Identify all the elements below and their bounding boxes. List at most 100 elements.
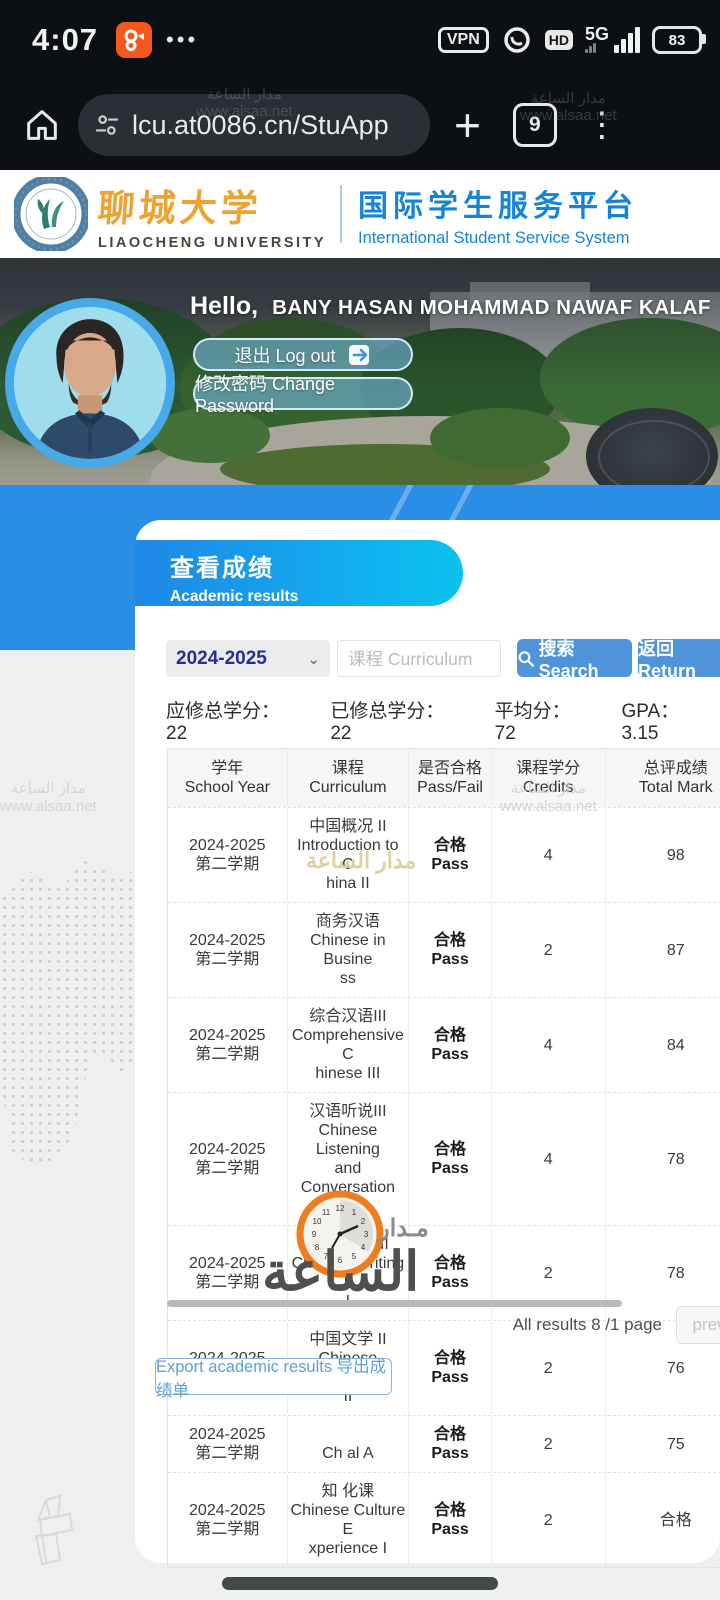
greeting-label: Hello, xyxy=(190,292,258,321)
svg-text:1: 1 xyxy=(352,1208,357,1217)
total-mark-cell: 87 xyxy=(606,903,720,997)
gesture-bar[interactable] xyxy=(222,1577,498,1590)
column-header: 课程 Curriculum xyxy=(288,749,410,807)
school-year-cell: 2024-2025 第二学期 xyxy=(168,998,288,1092)
svg-text:3: 3 xyxy=(364,1230,369,1239)
school-year-cell: 2024-2025 第二学期 xyxy=(168,808,288,902)
pass-fail-cell: 合格 Pass xyxy=(409,903,492,997)
change-password-button[interactable]: 修改密码 Change Password xyxy=(193,377,413,410)
watermark-text: مدار الساعةwww.alsaa.net xyxy=(196,86,293,120)
logout-label: 退出 Log out xyxy=(234,342,335,368)
table-header-row: 学年 School Year课程 Curriculum是否合格 Pass/Fai… xyxy=(168,749,720,807)
table-row: 2024-2025 第二学期汉语听说III Chinese Listening … xyxy=(168,1092,720,1225)
battery-icon: 83 xyxy=(652,26,702,54)
table-row: 2024-2025 第二学期商务汉语 Chinese in Busine ss合… xyxy=(168,902,720,997)
pagination-summary: All results 8 /1 page xyxy=(513,1315,662,1335)
school-year-cell: 2024-2025 第二学期 xyxy=(168,1416,288,1472)
total-mark-cell: 84 xyxy=(606,998,720,1092)
camera-app-glyph xyxy=(122,28,146,52)
new-tab-button[interactable]: + xyxy=(454,102,481,148)
phone-screen: 4:07 ••• VPN HD 5G xyxy=(0,0,720,1600)
university-name-zh: 聊城大学 xyxy=(96,178,328,232)
pass-fail-cell: 合格 Pass xyxy=(409,1473,492,1567)
svg-text:10: 10 xyxy=(313,1217,322,1226)
avatar-photo xyxy=(14,307,166,459)
logout-icon xyxy=(346,342,372,368)
results-table: 学年 School Year课程 Curriculum是否合格 Pass/Fai… xyxy=(167,748,720,1568)
curriculum-placeholder: 课程 Curriculum xyxy=(348,646,472,671)
platform-title: 国际学生服务平台 International Student Service S… xyxy=(358,181,638,248)
column-header: 是否合格 Pass/Fail xyxy=(409,749,492,807)
school-year-selected: 2024-2025 xyxy=(176,648,267,670)
credits-cell: 2 xyxy=(492,1321,606,1415)
return-label: 返回 Return xyxy=(638,635,720,682)
header-divider xyxy=(340,185,342,243)
bush xyxy=(430,408,570,468)
results-table-wrapper[interactable]: 学年 School Year课程 Curriculum是否合格 Pass/Fai… xyxy=(167,748,720,1568)
status-icons: VPN HD 5G 83 xyxy=(438,24,702,56)
export-results-button[interactable]: Export academic results 导出成绩单 xyxy=(155,1358,392,1395)
total-mark-cell: 75 xyxy=(606,1416,720,1472)
home-icon[interactable] xyxy=(22,105,62,145)
column-header: 总评成绩 Total Mark xyxy=(606,749,720,807)
hd-badge: HD xyxy=(545,30,573,50)
school-year-cell: 2024-2025 第二学期 xyxy=(168,1093,288,1225)
watermark-text: مدار الساعةwww.alsaa.net xyxy=(520,90,617,124)
summary-item: 平均分： 72 xyxy=(495,696,596,745)
total-mark-cell: 78 xyxy=(606,1093,720,1225)
change-password-label: 修改密码 Change Password xyxy=(195,370,411,417)
card-title-banner: 查看成绩 Academic results xyxy=(135,540,463,606)
school-year-select[interactable]: 2024-2025 ⌄ xyxy=(166,640,330,677)
pass-fail-cell: 合格 Pass xyxy=(409,1093,492,1225)
total-mark-cell: 98 xyxy=(606,808,720,902)
summary-item: GPA： 3.15 xyxy=(622,696,720,745)
prev-page-button[interactable]: prev xyxy=(676,1306,720,1344)
pass-fail-cell: 合格 Pass xyxy=(409,808,492,902)
curriculum-cell: Ch al A xyxy=(288,1416,410,1472)
curriculum-cell: 商务汉语 Chinese in Busine ss xyxy=(288,903,410,997)
table-row: 2024-2025 第二学期 Ch al A合格 Pass275 xyxy=(168,1415,720,1472)
sim2-signal-icon xyxy=(585,43,609,53)
chevron-down-icon: ⌄ xyxy=(307,650,320,668)
signal-icon: 5G xyxy=(585,27,640,53)
camera-app-icon xyxy=(116,22,152,58)
credits-cell: 4 xyxy=(492,998,606,1092)
greeting-line: Hello, BANY HASAN MOHAMMAD NAWAF KALAF xyxy=(190,292,711,321)
pass-fail-cell: 合格 Pass xyxy=(409,1416,492,1472)
hero-banner: Hello, BANY HASAN MOHAMMAD NAWAF KALAF 退… xyxy=(0,258,720,485)
watermark-text: مدار الساعةwww.alsaa.net xyxy=(0,780,97,816)
books-sketch-icon xyxy=(30,1490,80,1566)
platform-title-en: International Student Service System xyxy=(358,229,638,248)
search-label: 搜索 Search xyxy=(539,635,632,682)
svg-text:2: 2 xyxy=(361,1217,366,1226)
clock-time: 4:07 xyxy=(32,22,98,58)
total-mark-cell: 合格 xyxy=(606,1473,720,1567)
platform-title-zh: 国际学生服务平台 xyxy=(358,181,638,225)
academic-results-card: 查看成绩 Academic results 2024-2025 ⌄ 课程 Cur… xyxy=(135,520,720,1563)
table-row: 2024-2025 第二学期知 化课 Chinese Culture E xpe… xyxy=(168,1472,720,1567)
network-type: 5G xyxy=(585,27,609,41)
credit-summary: 应修总学分： 22 已修总学分： 22 平均分： 72 GPA： 3.15 xyxy=(166,696,720,745)
credits-cell: 2 xyxy=(492,903,606,997)
university-header: 聊城大学 LIAOCHENG UNIVERSITY 国际学生服务平台 Inter… xyxy=(0,170,720,258)
world-map-dots xyxy=(0,858,152,1168)
summary-item: 应修总学分： 22 xyxy=(166,696,304,745)
card-title-zh: 查看成绩 xyxy=(170,548,463,583)
svg-text:12: 12 xyxy=(336,1204,345,1213)
school-year-cell: 2024-2025 第二学期 xyxy=(168,903,288,997)
credits-cell: 2 xyxy=(492,1473,606,1567)
summary-item: 已修总学分： 22 xyxy=(330,696,468,745)
university-seal-icon xyxy=(14,177,88,251)
university-name-en: LIAOCHENG UNIVERSITY xyxy=(98,235,326,251)
watermark-big-word: الساعة xyxy=(262,1240,419,1303)
card-title-en: Academic results xyxy=(170,588,463,606)
tune-icon[interactable] xyxy=(94,112,120,138)
student-name: BANY HASAN MOHAMMAD NAWAF KALAF xyxy=(272,296,711,320)
svg-text:9: 9 xyxy=(312,1230,317,1239)
curriculum-search-input[interactable]: 课程 Curriculum xyxy=(337,640,501,677)
logout-button[interactable]: 退出 Log out xyxy=(193,338,413,371)
search-button[interactable]: 搜索 Search xyxy=(517,639,632,677)
stripe xyxy=(446,485,475,525)
credits-cell: 4 xyxy=(492,808,606,902)
return-button[interactable]: 返回 Return xyxy=(638,639,720,677)
